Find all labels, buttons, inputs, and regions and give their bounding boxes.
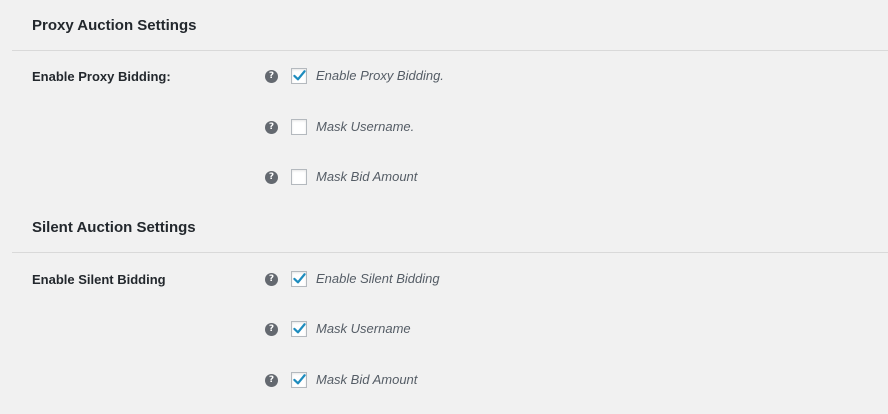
option-label: Mask Bid Amount [316, 169, 418, 184]
checkbox[interactable] [291, 169, 307, 185]
proxy-option-mask-bid: ? Mask Bid Amount [265, 168, 417, 186]
silent-option-mask-bid: ? Mask Bid Amount [265, 371, 417, 389]
checkmark-icon [293, 273, 306, 284]
checkbox[interactable] [291, 321, 307, 337]
silent-section-title: Silent Auction Settings [32, 219, 196, 236]
help-icon[interactable]: ? [265, 272, 278, 286]
checkbox[interactable] [291, 372, 307, 388]
silent-option-mask-username: ? Mask Username [265, 320, 411, 338]
checkmark-icon [293, 374, 306, 385]
checkbox[interactable] [291, 68, 307, 84]
option-label: Enable Silent Bidding [316, 271, 440, 286]
help-icon[interactable]: ? [265, 120, 278, 134]
checkbox[interactable] [291, 271, 307, 287]
proxy-option-mask-username: ? Mask Username. [265, 118, 414, 136]
proxy-option-enable: ? Enable Proxy Bidding. [265, 67, 444, 85]
proxy-section-title: Proxy Auction Settings [32, 17, 197, 34]
option-label: Enable Proxy Bidding. [316, 68, 444, 83]
help-icon[interactable]: ? [265, 322, 278, 336]
option-label: Mask Bid Amount [316, 372, 418, 387]
help-icon[interactable]: ? [265, 170, 278, 184]
silent-option-enable: ? Enable Silent Bidding [265, 270, 440, 288]
silent-row-label: Enable Silent Bidding [32, 272, 166, 287]
checkmark-icon [293, 70, 306, 81]
settings-page: Proxy Auction Settings Enable Proxy Bidd… [0, 0, 888, 414]
help-icon[interactable]: ? [265, 69, 278, 83]
option-label: Mask Username [316, 321, 411, 336]
proxy-section-divider [12, 50, 888, 51]
proxy-row-label: Enable Proxy Bidding: [32, 69, 171, 84]
silent-section-divider [12, 252, 888, 253]
checkmark-icon [293, 323, 306, 334]
checkbox[interactable] [291, 119, 307, 135]
help-icon[interactable]: ? [265, 373, 278, 387]
option-label: Mask Username. [316, 119, 415, 134]
